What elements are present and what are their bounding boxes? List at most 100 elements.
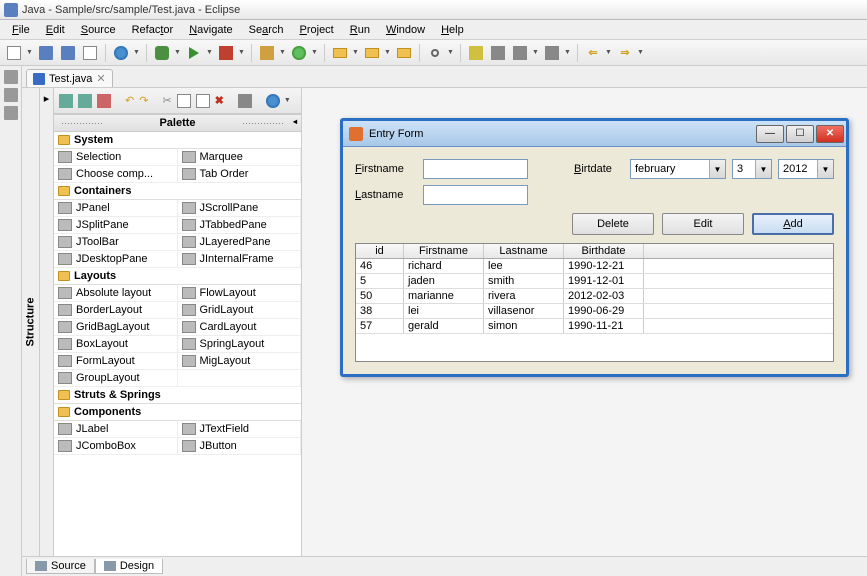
menu-run[interactable]: Run	[342, 22, 378, 38]
pal-btn-delete[interactable]: ✖	[214, 92, 225, 110]
palette-category[interactable]: Struts & Springs	[54, 387, 301, 404]
lastname-input[interactable]	[423, 185, 528, 205]
palette-item[interactable]: GridBagLayout	[54, 319, 178, 336]
rail-icon-2[interactable]	[4, 88, 18, 102]
open-task-button[interactable]	[362, 43, 382, 63]
col-firstname[interactable]: Firstname	[404, 244, 484, 258]
month-combo[interactable]: february▼	[630, 159, 726, 179]
data-table[interactable]: id Firstname Lastname Birthdate 46richar…	[355, 243, 834, 362]
palette-item[interactable]: JLabel	[54, 421, 178, 438]
palette-item[interactable]: Choose comp...	[54, 166, 178, 183]
menu-navigate[interactable]: Navigate	[181, 22, 240, 38]
palette-category[interactable]: Layouts	[54, 268, 301, 285]
menu-help[interactable]: Help	[433, 22, 472, 38]
close-tab-icon[interactable]: ✕	[96, 72, 105, 85]
pal-btn-test[interactable]	[237, 92, 253, 110]
menu-edit[interactable]: Edit	[38, 22, 73, 38]
open-type-button[interactable]	[330, 43, 350, 63]
palette-item[interactable]: JSplitPane	[54, 217, 178, 234]
palette-item[interactable]: JTabbedPane	[178, 217, 302, 234]
pal-btn-3[interactable]	[96, 92, 112, 110]
search-button[interactable]	[425, 43, 445, 63]
palette-item[interactable]: Tab Order	[178, 166, 302, 183]
annotate-button[interactable]	[466, 43, 486, 63]
palette-item[interactable]: Absolute layout	[54, 285, 178, 302]
rail-icon-3[interactable]	[4, 106, 18, 120]
palette-item[interactable]: FlowLayout	[178, 285, 302, 302]
menu-project[interactable]: Project	[292, 22, 342, 38]
nav-fwd-button[interactable]: ⇒	[615, 43, 635, 63]
design-tab[interactable]: Design	[95, 559, 163, 574]
col-lastname[interactable]: Lastname	[484, 244, 564, 258]
pal-btn-2[interactable]	[77, 92, 93, 110]
day-combo[interactable]: 3▼	[732, 159, 772, 179]
globe-button[interactable]	[111, 43, 131, 63]
palette-collapse-arrow[interactable]: ▸	[40, 88, 54, 556]
menu-source[interactable]: Source	[73, 22, 124, 38]
structure-tab[interactable]: Structure	[22, 88, 40, 556]
palette-item[interactable]: CardLayout	[178, 319, 302, 336]
palette-item[interactable]: JScrollPane	[178, 200, 302, 217]
palette-item[interactable]: SpringLayout	[178, 336, 302, 353]
palette-category[interactable]: Components	[54, 404, 301, 421]
save-button[interactable]	[36, 43, 56, 63]
open-resource-button[interactable]	[394, 43, 414, 63]
design-canvas[interactable]: Entry Form — ☐ ✕ Firstname Birtdate	[302, 88, 867, 556]
palette-item[interactable]: FormLayout	[54, 353, 178, 370]
palette-item[interactable]: JPanel	[54, 200, 178, 217]
palette-category[interactable]: Containers	[54, 183, 301, 200]
palette-item[interactable]: BorderLayout	[54, 302, 178, 319]
new-class-button[interactable]	[289, 43, 309, 63]
pal-btn-1[interactable]	[58, 92, 74, 110]
prev-button[interactable]	[542, 43, 562, 63]
delete-button[interactable]: Delete	[572, 213, 654, 235]
menu-window[interactable]: Window	[378, 22, 433, 38]
editor-tab-testjava[interactable]: Test.java ✕	[26, 69, 113, 87]
palette-item[interactable]: JInternalFrame	[178, 251, 302, 268]
entry-form-titlebar[interactable]: Entry Form — ☐ ✕	[343, 121, 846, 147]
col-id[interactable]: id	[356, 244, 404, 258]
palette-item[interactable]: GridLayout	[178, 302, 302, 319]
menu-refactor[interactable]: Refactor	[124, 22, 182, 38]
palette-item[interactable]: JTextField	[178, 421, 302, 438]
year-combo[interactable]: 2012▼	[778, 159, 834, 179]
pal-btn-undo[interactable]: ↶	[124, 92, 135, 110]
run-button[interactable]	[184, 43, 204, 63]
palette-item[interactable]: Selection	[54, 149, 178, 166]
table-row[interactable]: 5jadensmith1991-12-01	[356, 274, 833, 289]
save-all-button[interactable]	[58, 43, 78, 63]
firstname-input[interactable]	[423, 159, 528, 179]
table-row[interactable]: 57geraldsimon1990-11-21	[356, 319, 833, 334]
new-pkg-button[interactable]	[257, 43, 277, 63]
source-tab[interactable]: Source	[26, 559, 95, 574]
palette-item[interactable]: JLayeredPane	[178, 234, 302, 251]
table-row[interactable]: 50mariannerivera2012-02-03	[356, 289, 833, 304]
palette-item[interactable]: JToolBar	[54, 234, 178, 251]
table-row[interactable]: 46richardlee1990-12-21	[356, 259, 833, 274]
menu-search[interactable]: Search	[241, 22, 292, 38]
edit-button[interactable]: Edit	[662, 213, 744, 235]
palette-item[interactable]: BoxLayout	[54, 336, 178, 353]
minimize-button[interactable]: —	[756, 125, 784, 143]
pin-button[interactable]	[488, 43, 508, 63]
palette-category[interactable]: System	[54, 132, 301, 149]
maximize-button[interactable]: ☐	[786, 125, 814, 143]
col-birthdate[interactable]: Birthdate	[564, 244, 644, 258]
close-button[interactable]: ✕	[816, 125, 844, 143]
menu-file[interactable]: File	[4, 22, 38, 38]
filter-button[interactable]	[510, 43, 530, 63]
run-ext-button[interactable]	[216, 43, 236, 63]
palette-item[interactable]: Marquee	[178, 149, 302, 166]
debug-button[interactable]	[152, 43, 172, 63]
pal-btn-cut[interactable]: ✂	[161, 92, 172, 110]
palette-item[interactable]: JDesktopPane	[54, 251, 178, 268]
add-button[interactable]: Add	[752, 213, 834, 235]
palette-item[interactable]: JButton	[178, 438, 302, 455]
pal-btn-redo[interactable]: ↷	[138, 92, 149, 110]
pal-btn-copy[interactable]	[176, 92, 192, 110]
nav-back-button[interactable]: ⇐	[583, 43, 603, 63]
palette-item[interactable]: GroupLayout	[54, 370, 178, 387]
rail-icon-1[interactable]	[4, 70, 18, 84]
new-button[interactable]	[4, 43, 24, 63]
table-row[interactable]: 38leivillasenor1990-06-29	[356, 304, 833, 319]
